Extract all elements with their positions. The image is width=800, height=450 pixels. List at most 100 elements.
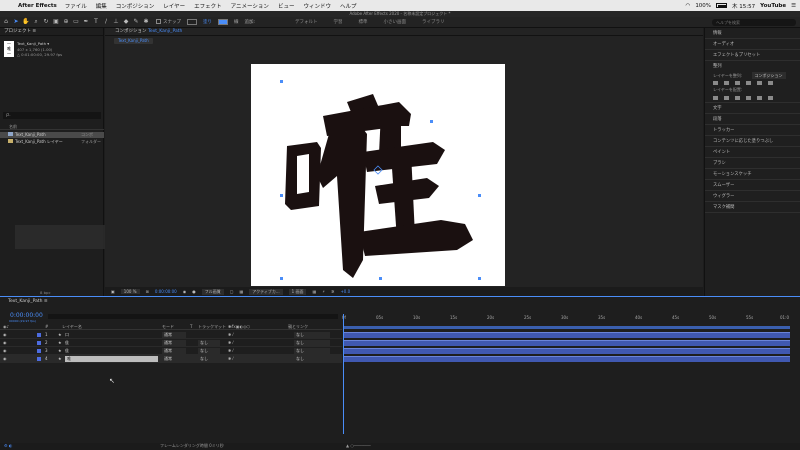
toggle-pixel-icon[interactable]: ▦ [312, 289, 316, 294]
transform-handle[interactable] [430, 120, 433, 123]
panel-content-aware-fill[interactable]: コンテンツに応じた塗りつぶし [705, 136, 800, 147]
trackmatte-dropdown[interactable]: なし [198, 348, 220, 354]
menu-window[interactable]: ウィンドウ [303, 2, 331, 10]
col-mode[interactable]: モード [162, 324, 174, 330]
rotate-tool-icon[interactable]: ↻ [42, 18, 50, 26]
label-color[interactable] [37, 349, 41, 353]
label-color[interactable] [37, 341, 41, 345]
camera-dropdown[interactable]: アクティブカ... [249, 288, 283, 295]
layer-name[interactable]: 隹 [65, 347, 69, 355]
resolution-dropdown[interactable]: フル画質 [201, 288, 224, 295]
panel-smoother[interactable]: スムーザー [705, 180, 800, 191]
layer-switches[interactable]: ✱ ⁄ [228, 355, 233, 363]
distribute-left-icon[interactable] [746, 95, 751, 100]
menu-layer[interactable]: レイヤー [163, 2, 185, 10]
safe-zones-icon[interactable]: ⊞ [146, 289, 149, 294]
parent-dropdown[interactable]: なし [294, 348, 330, 354]
transform-handle[interactable] [280, 194, 283, 197]
transform-handle[interactable] [280, 277, 283, 280]
clone-tool-icon[interactable]: ⊥ [112, 18, 120, 26]
layer-name[interactable]: 口 [65, 331, 69, 339]
always-preview-icon[interactable]: ▣ [111, 289, 115, 294]
distribute-right-icon[interactable] [768, 95, 773, 100]
layer-name[interactable]: 唯 [65, 356, 158, 362]
eye-icon[interactable]: ◉ [3, 339, 7, 347]
exposure-value[interactable]: +0.0 [340, 289, 350, 294]
layer-duration-bar[interactable] [344, 340, 790, 346]
app-menu[interactable]: After Effects [18, 3, 57, 9]
menu-effect[interactable]: エフェクト [194, 2, 222, 10]
panel-motion-sketch[interactable]: モーションスケッチ [705, 169, 800, 180]
eye-icon[interactable]: ◉ [3, 331, 7, 339]
panel-paragraph[interactable]: 段落 [705, 114, 800, 125]
align-to-dropdown[interactable]: コンポジション [751, 72, 786, 79]
zoom-tool-icon[interactable]: ⌕ [32, 18, 40, 26]
panel-brushes[interactable]: ブラシ [705, 158, 800, 169]
distribute-bottom-icon[interactable] [735, 95, 740, 100]
workspace-libraries[interactable]: ライブラリ [422, 19, 445, 25]
transform-handle[interactable] [280, 80, 283, 83]
trackmatte-dropdown[interactable]: なし [198, 340, 220, 346]
layer-row[interactable]: ◉ 1 ★ 口 通常 ✱ ⁄ なし [0, 331, 342, 339]
layer-row-selected[interactable]: ◉ 4 ★ 唯 通常 なし ✱ ⁄ なし [0, 355, 342, 363]
align-vcenter-icon[interactable] [757, 80, 762, 85]
comp-canvas[interactable] [251, 64, 505, 286]
col-hash[interactable]: # [45, 324, 48, 329]
show-channel-icon[interactable]: ● [192, 289, 196, 294]
type-tool-icon[interactable]: T [92, 18, 100, 26]
align-left-icon[interactable] [713, 80, 718, 85]
pen-tool-icon[interactable]: ✒ [82, 18, 90, 26]
views-dropdown[interactable]: 1 画面 [288, 288, 307, 295]
layer-name[interactable]: 隹 [65, 339, 69, 347]
transform-handle[interactable] [478, 194, 481, 197]
selection-tool-icon[interactable]: ➤ [12, 18, 20, 26]
zoom-dropdown[interactable]: 100 % [120, 289, 140, 294]
layer-row[interactable]: ◉ 2 ★ 隹 通常 なし ✱ ⁄ なし [0, 339, 342, 347]
panel-mask-interpolation[interactable]: マスク補間 [705, 202, 800, 213]
blend-mode-dropdown[interactable]: 通常 [162, 340, 186, 346]
youtube-label[interactable]: YouTube [760, 3, 786, 9]
snap-toggle[interactable]: スナップ [156, 19, 181, 25]
panel-tracker[interactable]: トラッカー [705, 125, 800, 136]
layer-duration-bar[interactable] [344, 332, 790, 338]
layer-row[interactable]: ◉ 3 ★ 隹 通常 なし ✱ ⁄ なし [0, 347, 342, 355]
help-search-input[interactable]: ヘルプを検索 [712, 18, 796, 26]
blend-mode-dropdown[interactable]: 通常 [162, 332, 186, 338]
project-search-input[interactable]: ρ. [3, 112, 101, 119]
menu-file[interactable]: ファイル [65, 2, 87, 10]
hand-tool-icon[interactable]: ✋ [22, 18, 30, 26]
work-area-bar[interactable] [344, 326, 790, 329]
eye-icon[interactable]: ◉ [3, 355, 7, 363]
trackmatte-dropdown[interactable]: なし [198, 356, 220, 362]
switches-icons[interactable]: ✱⁄fx▣◐◎⬡ [228, 324, 250, 329]
puppet-tool-icon[interactable]: ✱ [142, 18, 150, 26]
distribute-vcenter-icon[interactable] [724, 95, 729, 100]
col-t[interactable]: T [190, 324, 192, 329]
playhead[interactable] [343, 314, 344, 434]
fill-control[interactable] [187, 18, 197, 26]
col-parent[interactable]: 親とリンク [288, 324, 308, 330]
panel-character[interactable]: 文字 [705, 103, 800, 114]
layer-duration-bar[interactable] [344, 356, 790, 362]
parent-dropdown[interactable]: なし [294, 332, 330, 338]
eraser-tool-icon[interactable]: ◆ [122, 18, 130, 26]
eye-icon[interactable]: ◉ [3, 347, 7, 355]
fast-preview-icon[interactable]: ⚡ [322, 289, 325, 294]
workspace-small-screen[interactable]: 小さい画面 [384, 19, 407, 25]
panel-paint[interactable]: ペイント [705, 147, 800, 158]
home-icon[interactable]: ⌂ [2, 18, 10, 26]
panel-info[interactable]: 情報 [705, 28, 800, 39]
wifi-icon[interactable]: ◠ [686, 3, 691, 9]
stroke-swatch[interactable] [218, 18, 228, 26]
menu-composition[interactable]: コンポジション [116, 2, 155, 10]
label-color[interactable] [37, 357, 41, 361]
align-hcenter-icon[interactable] [724, 80, 729, 85]
blend-mode-dropdown[interactable]: 通常 [162, 356, 186, 362]
col-trackmatte[interactable]: トラックマット [198, 324, 226, 330]
region-of-interest-icon[interactable]: ▢ [230, 289, 234, 294]
zoom-slider[interactable]: ▲ ○─────── [346, 443, 371, 448]
workspace-learn[interactable]: 学習 [334, 19, 343, 25]
rectangle-tool-icon[interactable]: ▭ [72, 18, 80, 26]
timeline-timecode[interactable]: 0:00:00:00 [10, 312, 43, 319]
panel-align[interactable]: 整列 [705, 61, 800, 72]
